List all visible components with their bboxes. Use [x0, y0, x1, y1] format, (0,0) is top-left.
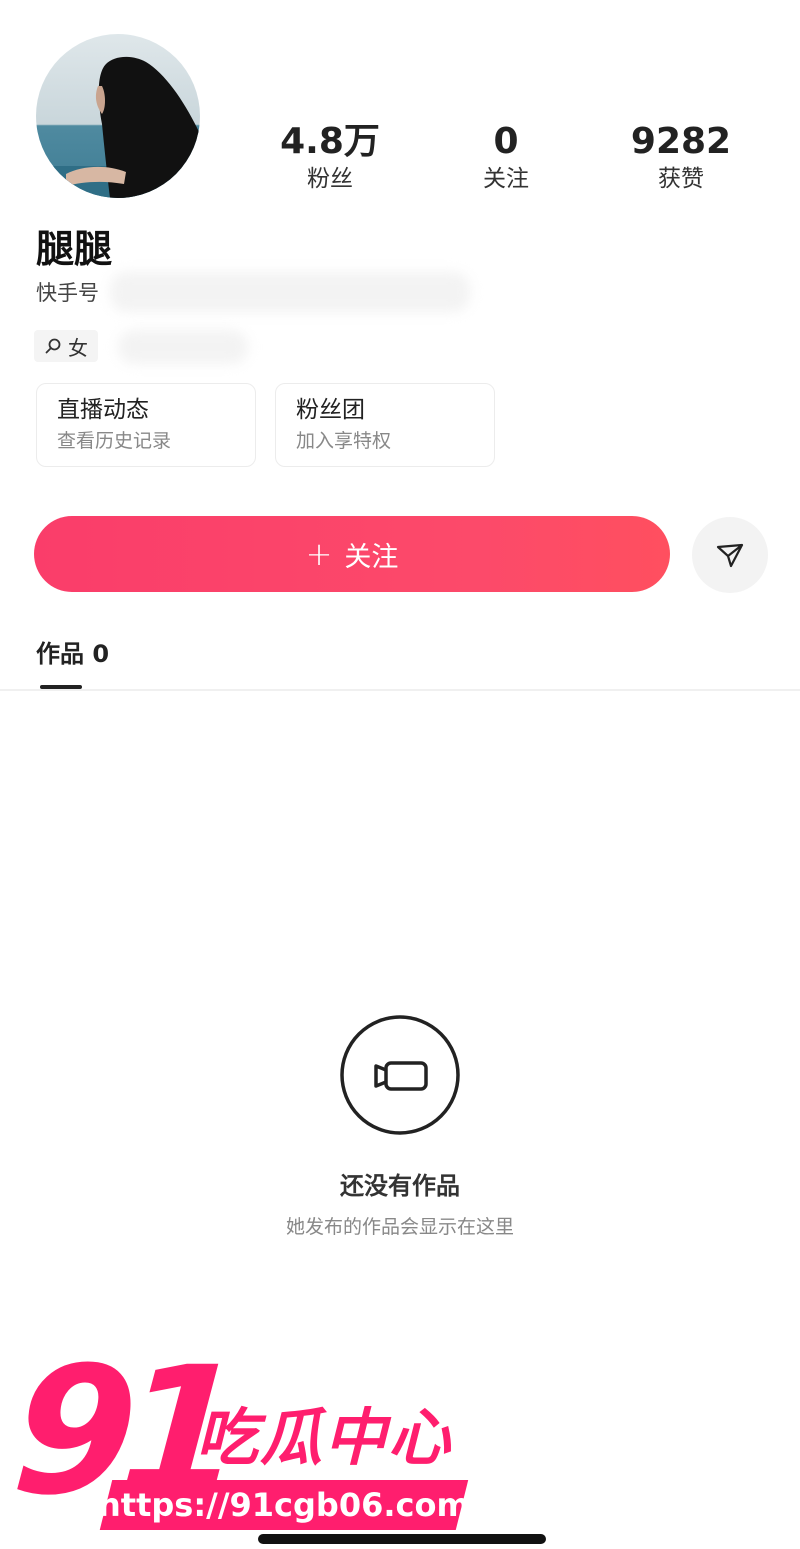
redacted-tag — [118, 330, 248, 364]
empty-state-subtitle: 她发布的作品会显示在这里 — [285, 1216, 514, 1238]
follow-label: 关注 — [344, 541, 399, 573]
kwai-id-label: 快手号 — [36, 281, 99, 305]
gender-tag: 女 — [34, 330, 98, 362]
card-title: 粉丝团 — [296, 397, 365, 423]
plus-icon: + — [305, 535, 333, 573]
divider — [0, 689, 800, 691]
watermark-url: https://91cgb06.com — [98, 1480, 470, 1530]
fan-club-card[interactable]: 粉丝团 加入享特权 — [275, 383, 495, 467]
watermark-title: 吃瓜中心 — [196, 1401, 453, 1474]
stat-likes[interactable]: 9282 获赞 — [601, 120, 761, 194]
avatar-photo — [36, 34, 200, 198]
empty-state-title: 还没有作品 — [340, 1172, 460, 1200]
stat-fans[interactable]: 4.8万 粉丝 — [250, 120, 410, 194]
live-history-card[interactable]: 直播动态 查看历史记录 — [36, 383, 256, 467]
nickname: 腿腿 — [36, 227, 113, 271]
video-camera-icon — [340, 1015, 460, 1135]
send-icon — [716, 543, 744, 568]
follow-button[interactable]: + 关注 — [34, 516, 670, 592]
profile-page: 4.8万 粉丝 0 关注 9282 获赞 腿腿 快手号 女 直播动态 查看历史记… — [0, 0, 800, 1549]
stat-following[interactable]: 0 关注 — [426, 120, 586, 194]
stat-label: 获赞 — [658, 166, 704, 192]
female-icon — [45, 338, 61, 354]
share-button[interactable] — [692, 517, 768, 593]
stat-label: 关注 — [483, 166, 529, 192]
gender-label: 女 — [68, 335, 88, 360]
stat-value: 9282 — [630, 121, 732, 162]
avatar[interactable] — [36, 34, 200, 198]
card-title: 直播动态 — [57, 397, 149, 423]
stat-value: 0 — [493, 121, 519, 162]
redacted-id — [110, 272, 470, 312]
tab-works[interactable]: 作品 0 — [36, 636, 109, 672]
stat-value: 4.8万 — [280, 121, 380, 162]
watermark-url-text: https://91cgb06.com — [98, 1486, 470, 1524]
card-subtitle: 加入享特权 — [296, 430, 392, 452]
stat-label: 粉丝 — [307, 166, 353, 192]
card-subtitle: 查看历史记录 — [57, 430, 172, 452]
home-indicator[interactable] — [258, 1534, 546, 1544]
